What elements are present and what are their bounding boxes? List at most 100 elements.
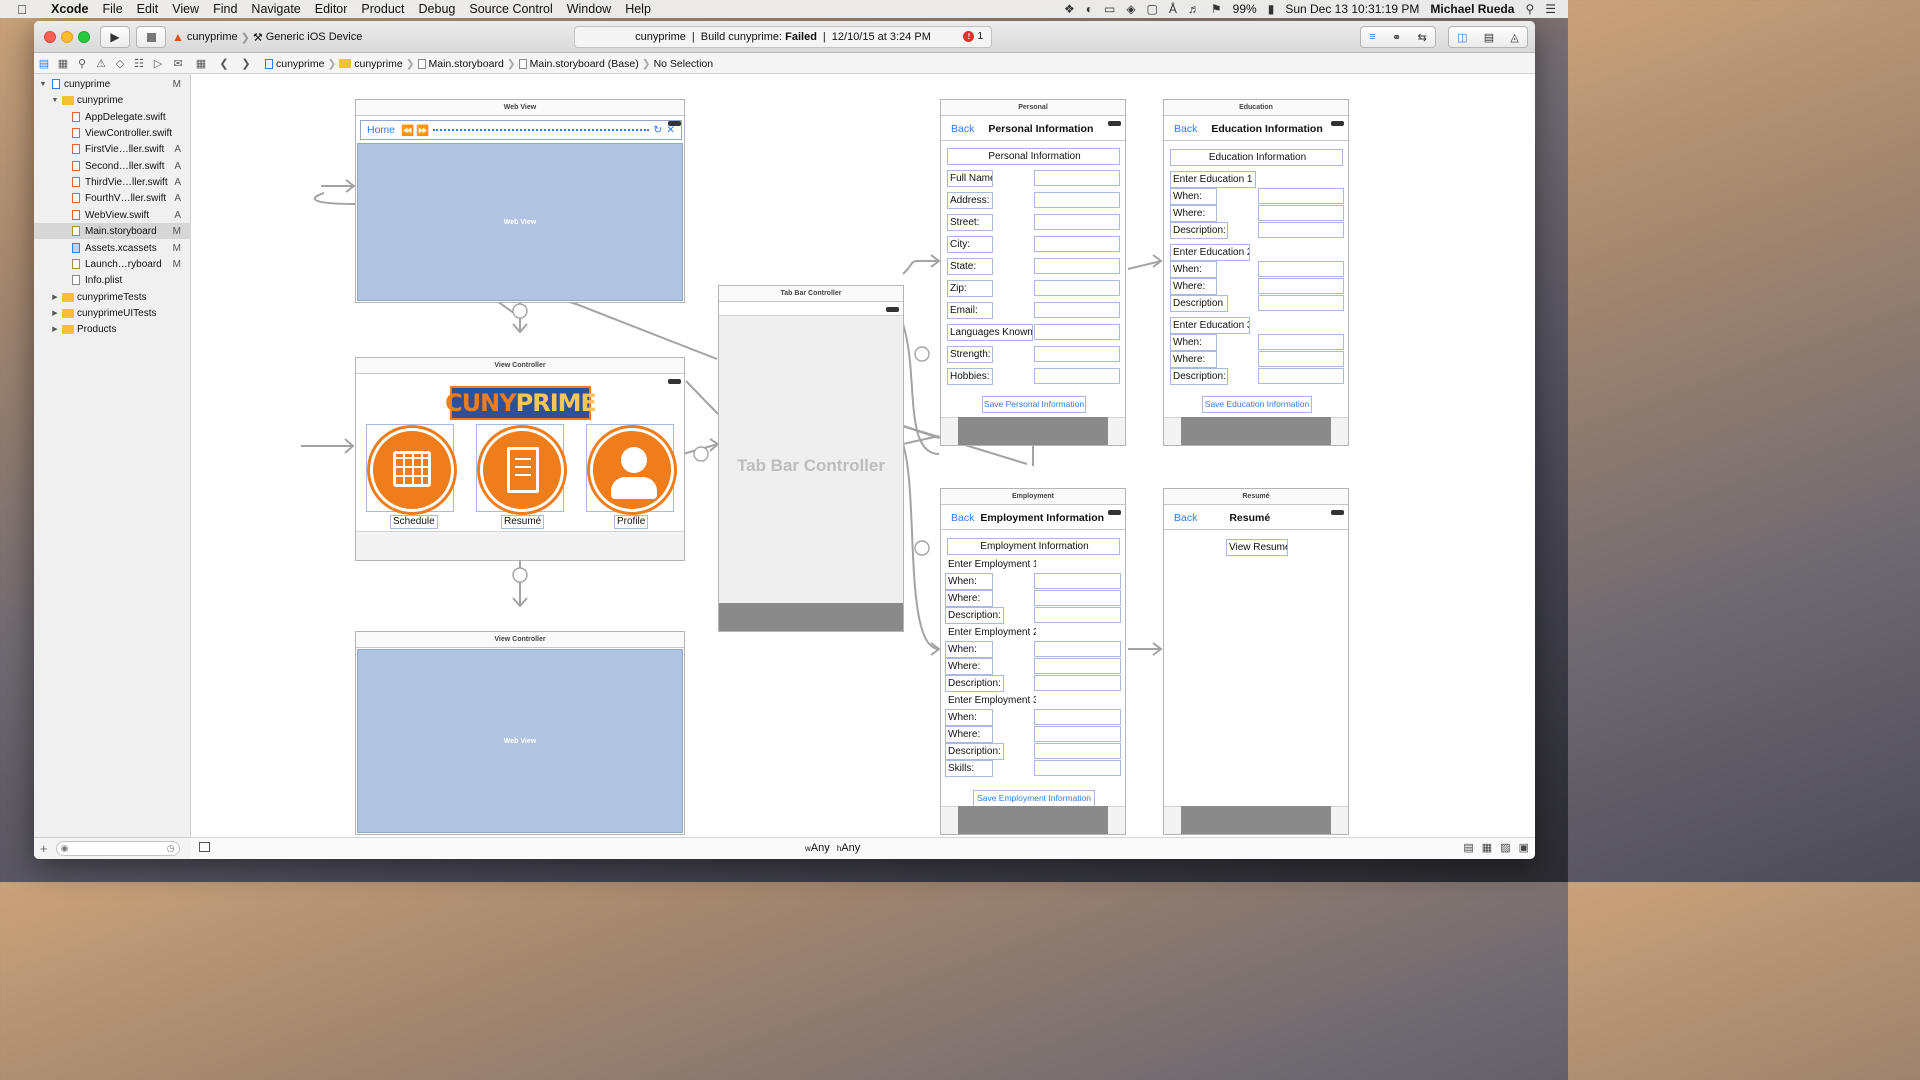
employment-2-when-field[interactable] — [1034, 641, 1121, 657]
report-navigator-icon[interactable]: ✉ — [171, 57, 185, 70]
filter-field[interactable]: ◉ ◷ — [55, 841, 180, 856]
tree-row-group[interactable]: ▶ Products — [34, 321, 191, 337]
home-button[interactable]: Home — [367, 124, 395, 136]
tree-row-file[interactable]: AppDelegate.swift — [34, 109, 191, 125]
navigator-toggle-icon[interactable]: ◫ — [1457, 31, 1467, 44]
menu-navigate[interactable]: Navigate — [244, 2, 307, 16]
add-file-icon[interactable]: + — [40, 841, 48, 856]
run-button[interactable]: ▶ — [100, 26, 130, 48]
view-resume-button[interactable]: View Resumé — [1226, 539, 1288, 556]
notification-center-icon[interactable]: ☰ — [1545, 2, 1556, 16]
employment-3-where-field[interactable] — [1034, 726, 1121, 742]
employment-3-description-field[interactable] — [1034, 743, 1121, 759]
tree-row-file[interactable]: Assets.xcassets M — [34, 240, 191, 256]
sync-icon[interactable]: ◐ — [1086, 2, 1093, 16]
skills-field[interactable] — [1034, 760, 1121, 776]
hobbies-field[interactable] — [1034, 368, 1120, 384]
tree-row-project[interactable]: ▼ cunyprime M — [34, 76, 191, 92]
menu-window[interactable]: Window — [560, 2, 618, 16]
utilities-toggle-icon[interactable]: ◬ — [1510, 31, 1518, 44]
battery-percent[interactable]: 99% — [1233, 2, 1257, 16]
tree-row-group[interactable]: ▶ cunyprimeTests — [34, 289, 191, 305]
user-name[interactable]: Michael Rueda — [1430, 2, 1514, 16]
strength-field[interactable] — [1034, 346, 1120, 362]
flag-icon[interactable]: ⚑ — [1211, 2, 1222, 16]
education-3-when-field[interactable] — [1258, 334, 1344, 350]
menu-find[interactable]: Find — [206, 2, 244, 16]
airplay-icon[interactable]: ▭ — [1104, 2, 1115, 16]
breakpoint-navigator-icon[interactable]: ▷ — [151, 57, 165, 70]
menu-edit[interactable]: Edit — [130, 2, 166, 16]
scene-web-view[interactable]: Web View Home ⏪ ⏩ ↻ ✕ Web View — [355, 99, 685, 303]
disclosure-closed-icon[interactable]: ▶ — [50, 309, 60, 317]
error-badge[interactable]: ! 1 — [963, 31, 983, 42]
device-name[interactable]: Generic iOS Device — [266, 31, 363, 43]
assistant-editor-icon[interactable]: ⚭ — [1392, 31, 1401, 44]
tree-row-file[interactable]: FirstVie…ller.swift A — [34, 141, 191, 157]
zoom-window-button[interactable] — [78, 31, 90, 43]
back-button[interactable]: Back — [1174, 123, 1197, 135]
resolve-issues-icon[interactable]: ▣ — [1519, 841, 1529, 854]
refresh-icon[interactable]: ↻ — [653, 124, 662, 136]
version-editor-icon[interactable]: ⇆ — [1418, 31, 1427, 44]
city-field[interactable] — [1034, 236, 1120, 252]
tree-row-file-selected[interactable]: Main.storyboard M — [34, 223, 191, 239]
volume-icon[interactable]: ♬ — [1188, 2, 1200, 16]
tree-row-group[interactable]: ▶ cunyprimeUITests — [34, 305, 191, 321]
scene-tab-bar-controller[interactable]: Tab Bar Controller Tab Bar Controller — [718, 285, 904, 632]
tree-row-file[interactable]: WebView.swift A — [34, 207, 191, 223]
education-2-description-field[interactable] — [1258, 295, 1344, 311]
save-personal-button[interactable]: Save Personal Information — [982, 396, 1086, 413]
stop-button[interactable] — [136, 26, 166, 48]
scheme-selector[interactable]: ▲ cunyprime ❯ ⚒ Generic iOS Device — [172, 26, 362, 48]
disclosure-closed-icon[interactable]: ▶ — [50, 293, 60, 301]
debug-area-toggle-icon[interactable]: ▤ — [1484, 31, 1494, 44]
breadcrumb-file[interactable]: Main.storyboard — [415, 58, 507, 70]
resume-button[interactable] — [476, 424, 564, 512]
tree-row-group[interactable]: ▼ cunyprime — [34, 92, 191, 108]
recent-files-icon[interactable]: ◷ — [167, 843, 175, 854]
menu-editor[interactable]: Editor — [308, 2, 355, 16]
scheme-name[interactable]: cunyprime — [187, 31, 238, 43]
document-outline-toggle-icon[interactable] — [199, 842, 210, 852]
menu-product[interactable]: Product — [354, 2, 411, 16]
screen-icon[interactable]: ▢ — [1147, 2, 1158, 16]
scene-personal[interactable]: Personal Back Personal Information Perso… — [940, 99, 1126, 446]
minimize-window-button[interactable] — [61, 31, 73, 43]
apple-menu-icon[interactable]:  — [0, 2, 44, 17]
street-field[interactable] — [1034, 214, 1120, 230]
state-field[interactable] — [1034, 258, 1120, 274]
email-field[interactable] — [1034, 302, 1120, 318]
breadcrumb-localization[interactable]: Main.storyboard (Base) — [516, 58, 642, 70]
full-name-field[interactable] — [1034, 170, 1120, 186]
scene-view-controller-main[interactable]: View Controller CUNY PRIME Schedule Resu… — [355, 357, 685, 561]
wifi-icon[interactable]: ◈ — [1126, 2, 1135, 16]
education-3-where-field[interactable] — [1258, 351, 1344, 367]
breadcrumb-selection[interactable]: No Selection — [651, 58, 717, 70]
test-navigator-icon[interactable]: ◇ — [113, 57, 127, 70]
address-field[interactable] — [1034, 192, 1120, 208]
education-2-when-field[interactable] — [1258, 261, 1344, 277]
employment-3-when-field[interactable] — [1034, 709, 1121, 725]
rewind-icon[interactable]: ⏪ — [401, 124, 414, 137]
breadcrumb-group[interactable]: cunyprime — [336, 58, 405, 70]
storyboard-canvas[interactable]: Web View Home ⏪ ⏩ ↻ ✕ Web View View Cont… — [191, 74, 1535, 837]
scene-view-controller-web[interactable]: View Controller Web View — [355, 631, 685, 835]
spotlight-icon[interactable]: ⚲ — [1525, 2, 1534, 16]
close-icon[interactable]: ✕ — [666, 124, 675, 136]
project-navigator-icon[interactable]: ▤ — [37, 57, 51, 70]
back-arrow-icon[interactable]: ❮ — [217, 57, 231, 70]
tree-row-file[interactable]: ThirdVie…ller.swift A — [34, 174, 191, 190]
scene-education[interactable]: Education Back Education Information Edu… — [1163, 99, 1349, 446]
profile-button[interactable] — [586, 424, 674, 512]
disclosure-closed-icon[interactable]: ▶ — [50, 325, 60, 333]
disclosure-open-icon[interactable]: ▼ — [50, 97, 60, 104]
menu-file[interactable]: File — [96, 2, 130, 16]
size-class-control[interactable]: wAny hAny — [805, 842, 860, 854]
menu-view[interactable]: View — [165, 2, 206, 16]
employment-1-description-field[interactable] — [1034, 607, 1121, 623]
find-navigator-icon[interactable]: ⚲ — [75, 57, 89, 70]
close-window-button[interactable] — [44, 31, 56, 43]
stack-icon[interactable]: ▤ — [1463, 841, 1473, 854]
save-education-button[interactable]: Save Education Information — [1202, 396, 1312, 413]
